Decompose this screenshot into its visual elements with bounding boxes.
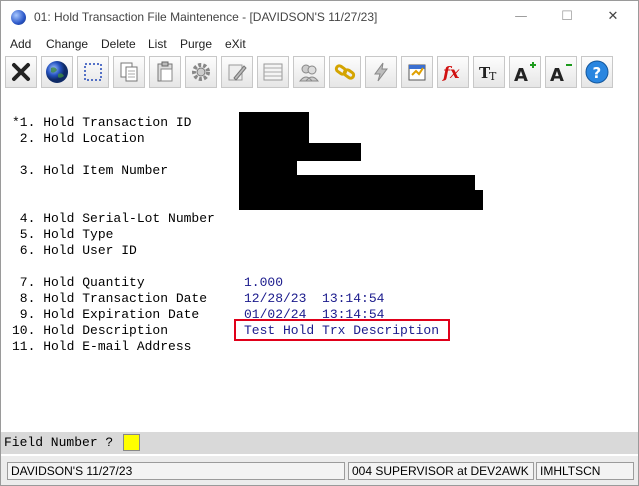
- field-label-3: 3. Hold Item Number: [12, 163, 169, 178]
- list-icon: [263, 63, 283, 81]
- window-title: 01: Hold Transaction File Maintenence - …: [34, 10, 378, 24]
- field-label-11: 11. Hold E-mail Address: [12, 339, 192, 354]
- font-decrease-button[interactable]: A: [545, 56, 577, 88]
- copy-icon: [120, 62, 138, 82]
- status-user: 004 SUPERVISOR at DEV2AWK: [348, 462, 534, 480]
- status-bar: DAVIDSON'S 11/27/23 004 SUPERVISOR at DE…: [1, 456, 638, 485]
- form-area: *1. Hold Transaction ID 2. Hold Location…: [3, 95, 636, 431]
- field-prompt-bar: Field Number ?: [1, 432, 638, 454]
- menu-exit[interactable]: eXit: [225, 37, 246, 51]
- redacted-item-number-b: [239, 175, 475, 191]
- field-value-transaction-date: 12/28/23 13:14:54: [244, 291, 385, 306]
- minimize-button[interactable]: —: [498, 1, 544, 33]
- field-label-5: 5. Hold Type: [12, 227, 114, 242]
- svg-text:A: A: [550, 65, 564, 84]
- field-label-10: 10. Hold Description: [12, 323, 169, 338]
- redacted-location: [239, 143, 361, 161]
- status-program: IMHLTSCN: [536, 462, 634, 480]
- exit-button[interactable]: [5, 56, 37, 88]
- paste-icon: [157, 61, 173, 82]
- settings-button[interactable]: [185, 56, 217, 88]
- users-button[interactable]: [293, 56, 325, 88]
- svg-text:A: A: [514, 65, 528, 84]
- close-button[interactable]: ✕: [590, 1, 636, 33]
- calendar-button[interactable]: [401, 56, 433, 88]
- svg-text:fx: fx: [442, 63, 460, 82]
- redacted-transaction-id: [239, 112, 309, 145]
- maximize-button[interactable]: ☐: [544, 1, 590, 33]
- globe-button[interactable]: [41, 56, 73, 88]
- menu-delete[interactable]: Delete: [101, 37, 136, 51]
- copy-button[interactable]: [113, 56, 145, 88]
- function-button[interactable]: fx: [437, 56, 469, 88]
- select-button[interactable]: [77, 56, 109, 88]
- field-label-6: 6. Hold User ID: [12, 243, 137, 258]
- field-label-4: 4. Hold Serial-Lot Number: [12, 211, 215, 226]
- font-plus-icon: A: [514, 62, 536, 84]
- font-button[interactable]: TT: [473, 56, 505, 88]
- edit-button[interactable]: [221, 56, 253, 88]
- font-increase-button[interactable]: A: [509, 56, 541, 88]
- menu-purge[interactable]: Purge: [180, 37, 212, 51]
- paste-button[interactable]: [149, 56, 181, 88]
- title-bar: 01: Hold Transaction File Maintenence - …: [1, 1, 638, 33]
- field-prompt-label: Field Number ?: [4, 435, 114, 450]
- help-icon: ?: [585, 60, 609, 84]
- fx-icon: fx: [442, 63, 460, 82]
- font-icon: TT: [479, 64, 497, 83]
- menu-add[interactable]: Add: [10, 37, 31, 51]
- lightning-button[interactable]: [365, 56, 397, 88]
- description-highlight-box: [234, 319, 450, 341]
- field-label-7: 7. Hold Quantity: [12, 275, 145, 290]
- menu-change[interactable]: Change: [46, 37, 88, 51]
- field-number-input[interactable]: [123, 434, 140, 451]
- help-button[interactable]: ?: [581, 56, 613, 88]
- x-icon: [12, 63, 30, 81]
- users-icon: [298, 64, 320, 82]
- calendar-icon: [408, 64, 426, 81]
- app-window: 01: Hold Transaction File Maintenence - …: [0, 0, 639, 486]
- svg-text:T: T: [489, 70, 497, 83]
- dashed-square-icon: [84, 63, 102, 81]
- pencil-icon: [228, 64, 247, 81]
- field-value-quantity: 1.000: [244, 275, 284, 290]
- chain-icon: [334, 64, 356, 80]
- redacted-item-number-a: [239, 161, 297, 175]
- app-globe-icon: [11, 10, 26, 25]
- toolbar: fx TT A A ?: [3, 54, 636, 92]
- field-label-2: 2. Hold Location: [12, 131, 145, 146]
- font-minus-icon: A: [550, 64, 572, 84]
- gear-icon: [192, 63, 210, 81]
- list-button[interactable]: [257, 56, 289, 88]
- menu-list[interactable]: List: [148, 37, 167, 51]
- menu-bar: Add Change Delete List Purge eXit: [1, 35, 638, 53]
- globe-icon: [46, 61, 68, 83]
- link-button[interactable]: [329, 56, 361, 88]
- field-label-8: 8. Hold Transaction Date: [12, 291, 208, 306]
- lightning-icon: [374, 62, 388, 82]
- redacted-item-number-c: [239, 190, 483, 210]
- svg-text:?: ?: [593, 64, 602, 82]
- field-label-1: *1. Hold Transaction ID: [12, 115, 192, 130]
- field-label-9: 9. Hold Expiration Date: [12, 307, 200, 322]
- status-company: DAVIDSON'S 11/27/23: [7, 462, 345, 480]
